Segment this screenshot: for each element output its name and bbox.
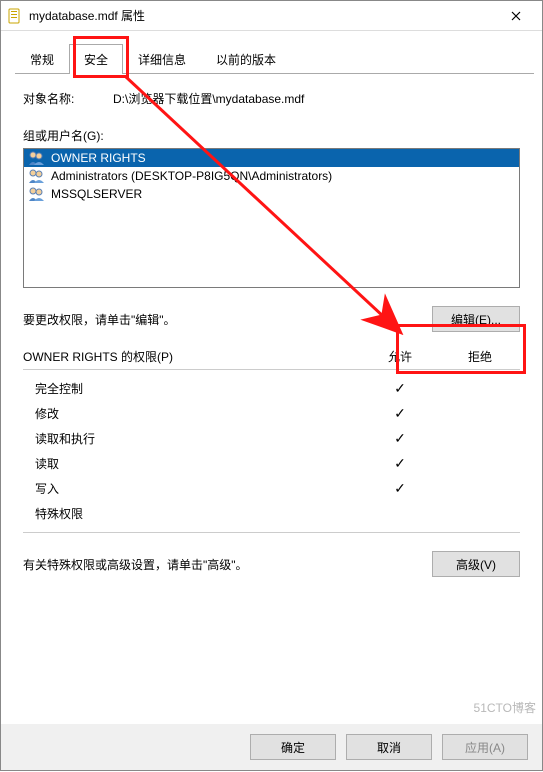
permission-name: 完全控制 — [35, 380, 360, 397]
permission-name: 修改 — [35, 405, 360, 422]
deny-cell — [440, 480, 520, 497]
allow-cell — [360, 505, 440, 522]
properties-window: mydatabase.mdf 属性 常规 安全 详细信息 以前的版本 对象名称:… — [0, 0, 543, 771]
permission-name: 特殊权限 — [35, 505, 360, 522]
deny-cell — [440, 430, 520, 447]
deny-cell — [440, 505, 520, 522]
deny-cell — [440, 380, 520, 397]
permission-row: 读取 ✓ — [23, 451, 520, 476]
tab-label: 以前的版本 — [216, 53, 276, 67]
divider — [23, 532, 520, 533]
list-item-label: Administrators (DESKTOP-P8IG5QN\Administ… — [51, 169, 332, 183]
object-name-value: D:\浏览器下载位置\mydatabase.mdf — [113, 90, 520, 107]
button-label: 编辑(E)... — [451, 313, 501, 327]
permission-name: 读取 — [35, 455, 360, 472]
list-item[interactable]: Administrators (DESKTOP-P8IG5QN\Administ… — [24, 167, 519, 185]
edit-hint-label: 要更改权限，请单击"编辑"。 — [23, 311, 432, 328]
permission-row: 特殊权限 — [23, 501, 520, 526]
tab-security[interactable]: 安全 — [69, 44, 123, 74]
button-label: 确定 — [281, 741, 305, 755]
permissions-header: OWNER RIGHTS 的权限(P) 允许 拒绝 — [23, 348, 520, 369]
dialog-buttons: 确定 取消 应用(A) — [1, 724, 542, 770]
titlebar: mydatabase.mdf 属性 — [1, 1, 542, 31]
tab-label: 安全 — [84, 53, 108, 67]
list-item[interactable]: OWNER RIGHTS — [24, 149, 519, 167]
list-item-label: OWNER RIGHTS — [51, 151, 146, 165]
window-title: mydatabase.mdf 属性 — [29, 7, 496, 24]
edit-permissions-row: 要更改权限，请单击"编辑"。 编辑(E)... — [23, 306, 520, 332]
ok-button[interactable]: 确定 — [250, 734, 336, 760]
advanced-row: 有关特殊权限或高级设置，请单击"高级"。 高级(V) — [23, 551, 520, 577]
allow-cell: ✓ — [360, 455, 440, 472]
file-icon — [7, 8, 23, 24]
groups-label: 组或用户名(G): — [23, 127, 520, 144]
group-icon — [28, 187, 46, 201]
tab-general[interactable]: 常规 — [15, 44, 69, 74]
permissions-list: 完全控制 ✓ 修改 ✓ 读取和执行 ✓ 读取 ✓ 写入 ✓ — [23, 376, 520, 526]
tab-label: 常规 — [30, 53, 54, 67]
permission-name: 读取和执行 — [35, 430, 360, 447]
tab-previous-versions[interactable]: 以前的版本 — [201, 44, 291, 74]
close-button[interactable] — [496, 2, 536, 30]
security-pane: 对象名称: D:\浏览器下载位置\mydatabase.mdf 组或用户名(G)… — [1, 74, 542, 587]
advanced-button[interactable]: 高级(V) — [432, 551, 520, 577]
edit-button[interactable]: 编辑(E)... — [432, 306, 520, 332]
button-label: 应用(A) — [465, 741, 505, 755]
object-name-label: 对象名称: — [23, 90, 113, 107]
deny-cell — [440, 455, 520, 472]
button-label: 高级(V) — [456, 558, 496, 572]
allow-cell: ✓ — [360, 480, 440, 497]
allow-cell: ✓ — [360, 380, 440, 397]
allow-cell: ✓ — [360, 405, 440, 422]
tab-label: 详细信息 — [138, 53, 186, 67]
permission-row: 读取和执行 ✓ — [23, 426, 520, 451]
permission-row: 写入 ✓ — [23, 476, 520, 501]
object-name-row: 对象名称: D:\浏览器下载位置\mydatabase.mdf — [23, 90, 520, 107]
permissions-header-name: OWNER RIGHTS 的权限(P) — [23, 348, 360, 365]
list-item-label: MSSQLSERVER — [51, 187, 142, 201]
cancel-button[interactable]: 取消 — [346, 734, 432, 760]
deny-cell — [440, 405, 520, 422]
principals-listbox[interactable]: OWNER RIGHTS Administrators (DESKTOP-P8I… — [23, 148, 520, 288]
allow-cell: ✓ — [360, 430, 440, 447]
deny-column-header: 拒绝 — [440, 348, 520, 365]
allow-column-header: 允许 — [360, 348, 440, 365]
button-label: 取消 — [377, 741, 401, 755]
watermark-label: 51CTO博客 — [474, 699, 536, 716]
permission-row: 完全控制 ✓ — [23, 376, 520, 401]
group-icon — [28, 151, 46, 165]
apply-button[interactable]: 应用(A) — [442, 734, 528, 760]
list-item[interactable]: MSSQLSERVER — [24, 185, 519, 203]
tab-strip: 常规 安全 详细信息 以前的版本 — [15, 43, 534, 74]
group-icon — [28, 169, 46, 183]
tab-details[interactable]: 详细信息 — [123, 44, 201, 74]
divider — [23, 369, 520, 370]
permission-row: 修改 ✓ — [23, 401, 520, 426]
advanced-hint-label: 有关特殊权限或高级设置，请单击"高级"。 — [23, 556, 422, 573]
permission-name: 写入 — [35, 480, 360, 497]
